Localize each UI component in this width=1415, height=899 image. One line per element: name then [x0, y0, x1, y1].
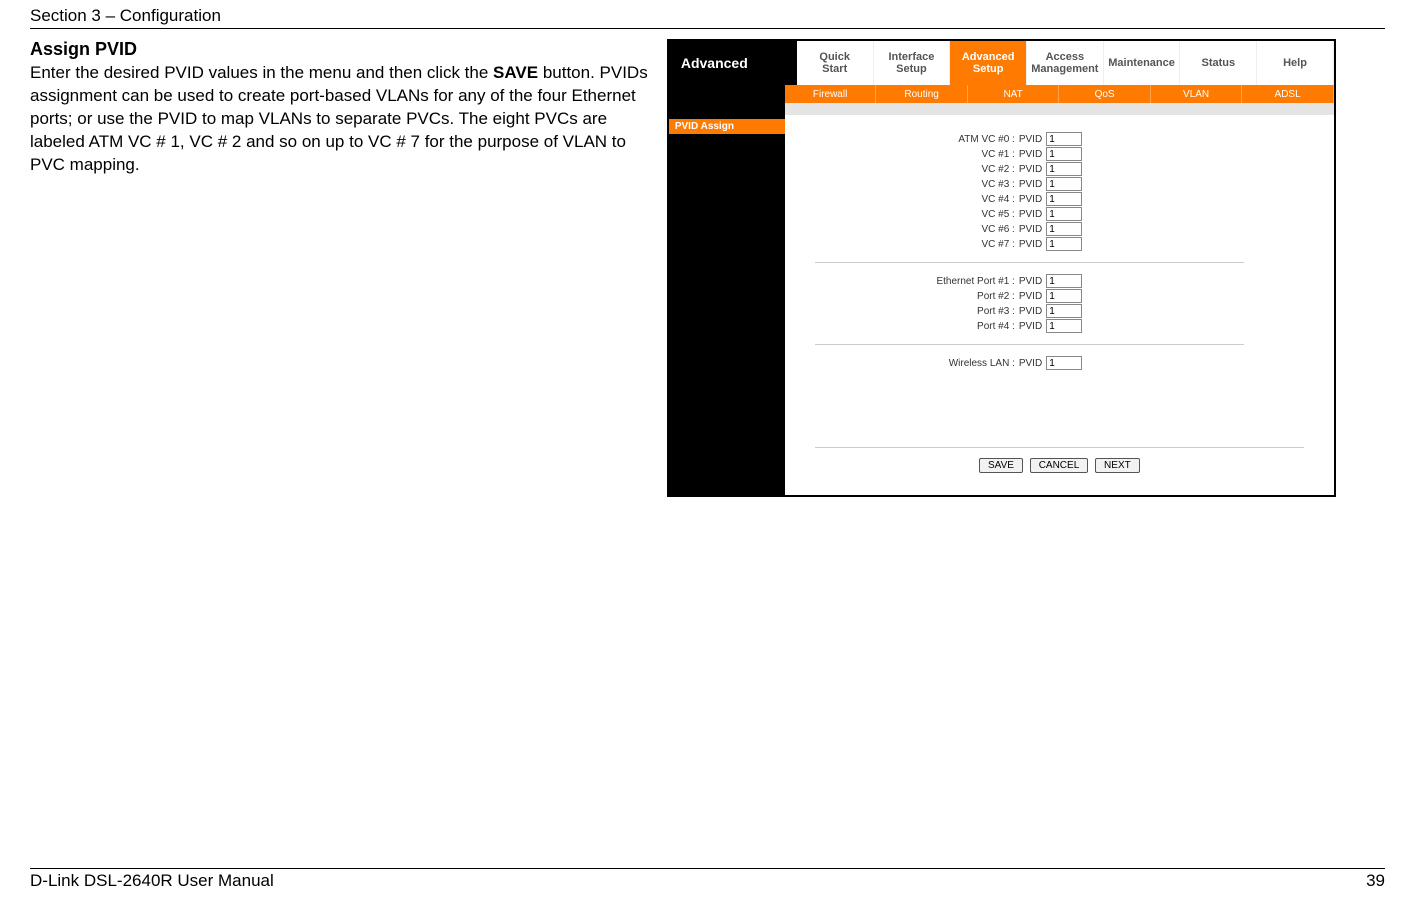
tab-line2: Setup: [874, 63, 950, 75]
pvid-text: PVID: [1019, 291, 1042, 302]
subtab-qos[interactable]: QoS: [1059, 85, 1151, 103]
port2-pvid-input[interactable]: [1046, 289, 1082, 303]
tab-line1: Help: [1257, 57, 1333, 69]
vc-row: ATM VC #0 :PVID: [815, 132, 1304, 146]
port-row: Port #3 :PVID: [815, 304, 1304, 318]
pvid-text: PVID: [1019, 276, 1042, 287]
pvid-assign-side-label: PVID Assign: [669, 119, 785, 134]
tab-line1: Maintenance: [1104, 57, 1180, 69]
tab-line2: Management: [1027, 63, 1103, 75]
subtab-firewall[interactable]: Firewall: [785, 85, 877, 103]
tab-line1: Access: [1027, 51, 1103, 63]
vc7-pvid-input[interactable]: [1046, 237, 1082, 251]
vc-row: VC #5 :PVID: [815, 207, 1304, 221]
subtab-vlan[interactable]: VLAN: [1151, 85, 1243, 103]
vc5-pvid-input[interactable]: [1046, 207, 1082, 221]
port-label: Port #4 :: [815, 321, 1019, 332]
router-ui-screenshot: Advanced Quick Start Interface Setup Adv…: [667, 39, 1336, 497]
pvid-text: PVID: [1019, 306, 1042, 317]
tab-advanced-setup[interactable]: Advanced Setup: [950, 41, 1027, 85]
footer-manual-title: D-Link DSL-2640R User Manual: [30, 871, 274, 891]
vc-label: VC #5 :: [815, 209, 1019, 220]
vc-row: VC #7 :PVID: [815, 237, 1304, 251]
tab-line1: Status: [1180, 57, 1256, 69]
tab-access-management[interactable]: Access Management: [1027, 41, 1104, 85]
subtab-nat[interactable]: NAT: [968, 85, 1060, 103]
vc6-pvid-input[interactable]: [1046, 222, 1082, 236]
sub-tabs: Firewall Routing NAT QoS VLAN ADSL: [785, 85, 1334, 103]
tab-line2: Start: [797, 63, 873, 75]
port-label: Port #3 :: [815, 306, 1019, 317]
wlan-label: Wireless LAN :: [815, 358, 1019, 369]
pvid-text: PVID: [1019, 149, 1042, 160]
vc-label: VC #7 :: [815, 239, 1019, 250]
vc-label: ATM VC #0 :: [815, 134, 1019, 145]
assign-pvid-title: Assign PVID: [30, 39, 657, 60]
port-label: Port #2 :: [815, 291, 1019, 302]
vc2-pvid-input[interactable]: [1046, 162, 1082, 176]
pvid-text: PVID: [1019, 224, 1042, 235]
vc4-pvid-input[interactable]: [1046, 192, 1082, 206]
pvid-text: PVID: [1019, 239, 1042, 250]
top-tabs: Quick Start Interface Setup Advanced Set…: [797, 41, 1334, 85]
vc-row: VC #2 :PVID: [815, 162, 1304, 176]
next-button[interactable]: NEXT: [1095, 458, 1140, 473]
tab-interface-setup[interactable]: Interface Setup: [874, 41, 951, 85]
desc-text-before: Enter the desired PVID values in the men…: [30, 63, 493, 82]
vc-label: VC #3 :: [815, 179, 1019, 190]
footer-page-number: 39: [1366, 871, 1385, 891]
port-label: Ethernet Port #1 :: [815, 276, 1019, 287]
wlan-row: Wireless LAN :PVID: [815, 356, 1304, 370]
port1-pvid-input[interactable]: [1046, 274, 1082, 288]
tab-status[interactable]: Status: [1180, 41, 1257, 85]
tab-quick-start[interactable]: Quick Start: [797, 41, 874, 85]
section-header: Section 3 – Configuration: [30, 6, 221, 25]
vc-label: VC #2 :: [815, 164, 1019, 175]
subtab-adsl[interactable]: ADSL: [1242, 85, 1334, 103]
vc1-pvid-input[interactable]: [1046, 147, 1082, 161]
vc-row: VC #4 :PVID: [815, 192, 1304, 206]
pvid-text: PVID: [1019, 321, 1042, 332]
port-row: Port #4 :PVID: [815, 319, 1304, 333]
vc-label: VC #1 :: [815, 149, 1019, 160]
subtab-routing[interactable]: Routing: [876, 85, 968, 103]
vc-label: VC #4 :: [815, 194, 1019, 205]
tab-help[interactable]: Help: [1257, 41, 1334, 85]
pvid-text: PVID: [1019, 358, 1042, 369]
vc-row: VC #6 :PVID: [815, 222, 1304, 236]
tab-line1: Quick: [797, 51, 873, 63]
tab-line2: Setup: [950, 63, 1026, 75]
save-button[interactable]: SAVE: [979, 458, 1023, 473]
tab-line1: Interface: [874, 51, 950, 63]
port4-pvid-input[interactable]: [1046, 319, 1082, 333]
port3-pvid-input[interactable]: [1046, 304, 1082, 318]
vc-row: VC #3 :PVID: [815, 177, 1304, 191]
port-row: Ethernet Port #1 :PVID: [815, 274, 1304, 288]
port-row: Port #2 :PVID: [815, 289, 1304, 303]
vc0-pvid-input[interactable]: [1046, 132, 1082, 146]
vc-label: VC #6 :: [815, 224, 1019, 235]
pvid-text: PVID: [1019, 164, 1042, 175]
tab-maintenance[interactable]: Maintenance: [1104, 41, 1181, 85]
save-word: SAVE: [493, 63, 538, 82]
cancel-button[interactable]: CANCEL: [1030, 458, 1089, 473]
pvid-text: PVID: [1019, 179, 1042, 190]
vc3-pvid-input[interactable]: [1046, 177, 1082, 191]
tab-line1: Advanced: [950, 51, 1026, 63]
assign-pvid-description: Enter the desired PVID values in the men…: [30, 62, 657, 177]
brand-label: Advanced: [669, 41, 797, 85]
pvid-text: PVID: [1019, 194, 1042, 205]
vc-row: VC #1 :PVID: [815, 147, 1304, 161]
pvid-text: PVID: [1019, 209, 1042, 220]
pvid-text: PVID: [1019, 134, 1042, 145]
wlan-pvid-input[interactable]: [1046, 356, 1082, 370]
